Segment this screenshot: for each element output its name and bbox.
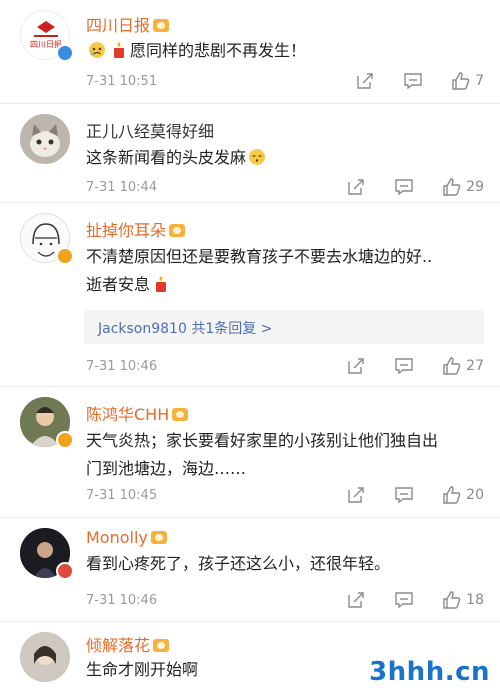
- like-count: 27: [466, 358, 484, 374]
- comment-text: 这条新闻看的头皮发麻: [86, 144, 486, 172]
- avatar[interactable]: [20, 114, 70, 164]
- like-count: 20: [466, 487, 484, 503]
- member-badge-icon: [56, 431, 74, 449]
- like-button[interactable]: 18: [442, 590, 484, 610]
- fan-medal-icon: [150, 531, 167, 544]
- share-button[interactable]: [355, 71, 375, 91]
- like-count: 7: [475, 73, 484, 89]
- comment-item: Monolly 看到心疼死了，孩子还这么小，还很年轻。 7-31 10:46 1…: [0, 518, 500, 622]
- comment-text-line: 天气炎热；家长要看好家里的小孩别让他们独自出: [86, 431, 439, 450]
- share-icon: [348, 487, 364, 503]
- fan-medal-icon: [172, 408, 189, 421]
- like-button[interactable]: 27: [442, 356, 484, 376]
- reply-button[interactable]: [394, 356, 414, 376]
- username[interactable]: 陈鸿华CHH: [86, 401, 189, 425]
- comment-icon: [395, 592, 413, 609]
- share-button[interactable]: [346, 590, 366, 610]
- comment-icon: [395, 487, 413, 504]
- candle-emoji-icon: [114, 42, 124, 58]
- watermark-text: 3hhh.cn: [369, 657, 490, 687]
- thumbs-up-icon: [452, 72, 470, 90]
- person-photo-avatar-icon: [20, 632, 70, 682]
- cat-avatar-icon: [20, 114, 70, 164]
- reply-preview-text[interactable]: Jackson9810 共1条回复 >: [98, 318, 272, 338]
- fan-medal-icon: [169, 224, 186, 237]
- fan-medal-icon: [153, 19, 170, 32]
- comment-timestamp: 7-31 10:44: [86, 180, 158, 195]
- reply-preview[interactable]: Jackson9810 共1条回复 >: [84, 310, 484, 344]
- comment-item: 扯掉你耳朵 不清楚原因但还是要教育孩子不要去水塘边的好.. 逝者安息 Jacks…: [0, 203, 500, 387]
- like-button[interactable]: 7: [451, 71, 484, 91]
- comment-text: 愿同样的悲剧不再发生！: [86, 37, 486, 65]
- like-button[interactable]: 20: [442, 485, 484, 505]
- thumbs-up-icon: [443, 178, 461, 196]
- reply-button[interactable]: [394, 590, 414, 610]
- sad-face-emoji-icon: [89, 42, 105, 58]
- share-icon: [348, 592, 364, 608]
- comment-text-line: 不清楚原因但还是要教育孩子不要去水塘边的好..: [86, 247, 433, 266]
- reply-button[interactable]: [394, 485, 414, 505]
- share-button[interactable]: [346, 177, 366, 197]
- reply-button[interactable]: [394, 177, 414, 197]
- verified-badge-icon: [56, 44, 74, 62]
- thumbs-up-icon: [443, 357, 461, 375]
- thumbs-up-icon: [443, 591, 461, 609]
- like-count: 18: [466, 592, 484, 608]
- reply-button[interactable]: [403, 71, 423, 91]
- comment-text: 看到心疼死了，孩子还这么小，还很年轻。: [86, 554, 391, 573]
- fan-medal-icon: [153, 639, 170, 652]
- comment-item: 正儿八经莫得好细 这条新闻看的头皮发麻 7-31 10:44 29: [0, 104, 500, 203]
- comment-text: 天气炎热；家长要看好家里的小孩别让他们独自出 门到池塘边，海边……: [86, 427, 486, 483]
- comment-text-line: 逝者安息: [86, 271, 486, 299]
- share-icon: [348, 358, 364, 374]
- comment-text-line: 门到池塘边，海边……: [86, 459, 247, 478]
- comment-timestamp: 7-31 10:51: [86, 74, 158, 89]
- username[interactable]: 扯掉你耳朵: [86, 217, 186, 241]
- comment-icon: [404, 73, 422, 90]
- username[interactable]: Monolly: [86, 528, 167, 547]
- member-badge-icon: [56, 562, 74, 580]
- share-button[interactable]: [346, 485, 366, 505]
- member-badge-icon: [56, 247, 74, 265]
- comment-actions: 7: [327, 70, 484, 92]
- comment-actions: 27: [318, 355, 484, 377]
- comment-icon: [395, 179, 413, 196]
- comment-text: 不清楚原因但还是要教育孩子不要去水塘边的好.. 逝者安息: [86, 243, 486, 299]
- thumbs-up-icon: [443, 486, 461, 504]
- comment-item: 陈鸿华CHH 天气炎热；家长要看好家里的小孩别让他们独自出 门到池塘边，海边………: [0, 387, 500, 518]
- share-icon: [348, 179, 364, 195]
- comment-timestamp: 7-31 10:46: [86, 359, 158, 374]
- comment-item: 四川日报 四川日报 愿同样的悲剧不再发生！ 7-31 10:51 7: [0, 0, 500, 104]
- username[interactable]: 正儿八经莫得好细: [86, 118, 214, 142]
- share-button[interactable]: [346, 356, 366, 376]
- username[interactable]: 四川日报: [86, 12, 170, 36]
- share-icon: [357, 73, 373, 89]
- like-button[interactable]: 29: [442, 177, 484, 197]
- comment-actions: 18: [318, 589, 484, 611]
- comment-timestamp: 7-31 10:45: [86, 488, 158, 503]
- username[interactable]: 倾解落花: [86, 632, 170, 656]
- candle-emoji-icon: [156, 276, 167, 292]
- avatar[interactable]: [20, 632, 70, 682]
- comment-actions: 20: [318, 484, 484, 506]
- comment-timestamp: 7-31 10:46: [86, 593, 158, 608]
- sleepy-face-emoji-icon: [249, 149, 266, 165]
- like-count: 29: [466, 179, 484, 195]
- comment-actions: 29: [318, 176, 484, 198]
- comment-icon: [395, 358, 413, 375]
